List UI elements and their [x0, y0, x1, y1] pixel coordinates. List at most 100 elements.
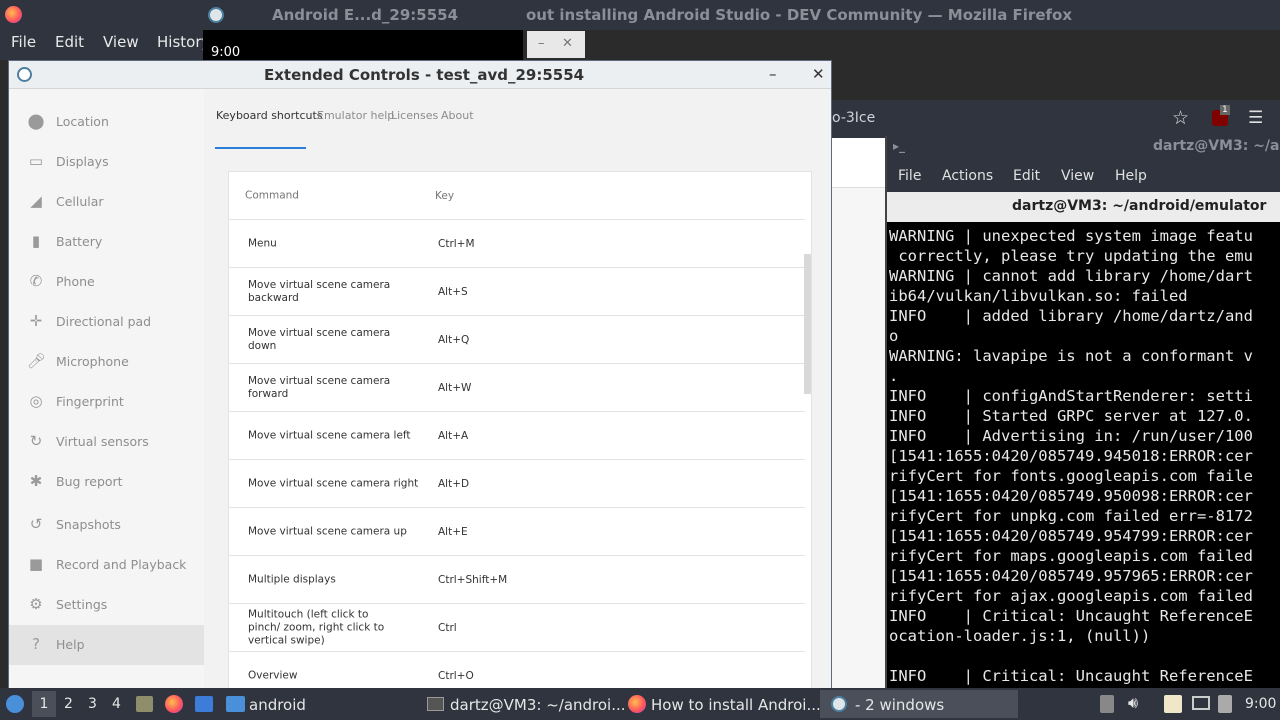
clock[interactable]: 9:00 [1245, 696, 1276, 712]
table-row[interactable]: Multiple displays Ctrl+Shift+M [229, 556, 805, 604]
sidebar: ⬤ Location ▭ Displays ◢ Cellular ▮ Battery ✆… [9, 89, 204, 691]
tab-keyboard-shortcuts[interactable]: Keyboard shortcuts [216, 109, 323, 122]
taskbar: 1 2 3 4 android dartz@VM3: ~/androi... H… [0, 688, 1280, 720]
shortcut-key: Alt+D [438, 477, 470, 490]
sidebar-item-battery[interactable]: ▮ Battery [9, 222, 204, 262]
monitor-icon: ▭ [28, 152, 44, 170]
hamburger-menu-icon[interactable]: ☰ [1248, 108, 1263, 128]
terminal-tab[interactable]: dartz@VM3: ~/android/emulator [887, 192, 1280, 222]
window-title: Extended Controls - test_avd_29:5554 [264, 66, 585, 84]
terminal-menu-view[interactable]: View [1061, 168, 1094, 184]
clipboard-tray-icon[interactable] [1100, 695, 1114, 713]
firefox-titlebar: Android E...d_29:5554 out installing And… [0, 0, 1280, 30]
start-menu-icon[interactable] [6, 695, 24, 713]
table-scrollbar[interactable] [804, 254, 811, 394]
shortcut-command: Move virtual scene camera forward [248, 374, 391, 400]
header-key: Key [435, 189, 455, 202]
terminal-line: WARNING | cannot add library /home/dart [889, 267, 1253, 285]
sidebar-item-phone[interactable]: ✆ Phone [9, 262, 204, 302]
table-row[interactable]: Overview Ctrl+O [229, 652, 805, 690]
window-title-right: out installing Android Studio - DEV Comm… [526, 6, 1073, 24]
menu-file[interactable]: File [11, 33, 36, 51]
show-desktop-icon[interactable] [136, 696, 153, 712]
window-title-left: Android E...d_29:5554 [272, 6, 459, 24]
table-row[interactable]: Multitouch (left click to pinch/ zoom, r… [229, 604, 805, 652]
task-emulator[interactable]: - 2 windows [855, 696, 944, 714]
menu-view[interactable]: View [103, 33, 139, 51]
close-icon[interactable]: ✕ [562, 36, 573, 51]
url-fragment[interactable]: o-3Ice [832, 110, 875, 126]
tab-about[interactable]: About [441, 109, 474, 122]
task-firefox[interactable]: How to install Androi... [651, 696, 821, 714]
dpad-icon: ✛ [29, 312, 43, 330]
sidebar-item-label: Help [56, 637, 85, 652]
file-manager-launcher-icon[interactable] [195, 696, 213, 712]
table-header: Command Key [229, 172, 805, 220]
minimize-button[interactable]: – [769, 65, 777, 83]
sidebar-item-record-and-playback[interactable]: ■ Record and Playback [9, 545, 204, 585]
sidebar-item-bug-report[interactable]: ✱ Bug report [9, 462, 204, 502]
sidebar-item-help[interactable]: ? Help [9, 625, 204, 665]
table-row[interactable]: Move virtual scene camera right Alt+D [229, 460, 805, 508]
table-row[interactable]: Move virtual scene camera left Alt+A [229, 412, 805, 460]
close-button[interactable]: ✕ [812, 65, 825, 83]
workspace-3[interactable]: 3 [88, 696, 97, 712]
table-row[interactable]: Menu Ctrl+M [229, 220, 805, 268]
shortcut-key: Ctrl+Shift+M [438, 573, 508, 586]
tab-emulator-help[interactable]: Emulator help [317, 109, 394, 122]
terminal-line: [1541:1655:0420/085749.957965:ERROR:cer [889, 567, 1253, 585]
terminal-title: dartz@VM3: ~/a [1153, 138, 1280, 154]
volume-icon[interactable]: 🔊︎ [1128, 693, 1138, 713]
microphone-icon: 🎤︎ [27, 352, 47, 370]
table-row[interactable]: Move virtual scene camera down Alt+Q [229, 316, 805, 364]
extension-badge: 1 [1220, 105, 1230, 115]
network-tray-icon[interactable] [1218, 695, 1232, 713]
bookmark-star-icon[interactable]: ☆ [1172, 107, 1189, 129]
terminal-task-icon [427, 697, 444, 711]
sidebar-item-settings[interactable]: ⚙ Settings [9, 585, 204, 625]
terminal-line: [1541:1655:0420/085749.950098:ERROR:cer [889, 487, 1253, 505]
firefox-launcher-icon[interactable] [165, 695, 183, 713]
table-row[interactable]: Move virtual scene camera up Alt+E [229, 508, 805, 556]
sidebar-item-label: Cellular [56, 194, 104, 209]
tab-licenses[interactable]: Licenses [391, 109, 438, 122]
table-row[interactable]: Move virtual scene camera backward Alt+S [229, 268, 805, 316]
sidebar-item-microphone[interactable]: 🎤︎ Microphone [9, 342, 204, 382]
snapshots-icon: ↺ [29, 515, 43, 533]
workspace-4[interactable]: 4 [112, 696, 121, 712]
header-command: Command [245, 189, 299, 201]
terminal-menu-help[interactable]: Help [1115, 168, 1147, 184]
firefox-task-icon [628, 695, 646, 713]
terminal-line: INFO | Advertising in: /run/user/100 [889, 427, 1253, 445]
sidebar-item-cellular[interactable]: ◢ Cellular [9, 182, 204, 222]
minimize-icon[interactable]: – [538, 36, 545, 51]
sidebar-item-fingerprint[interactable]: ◎ Fingerprint [9, 382, 204, 422]
workspace-2[interactable]: 2 [64, 696, 73, 712]
display-tray-icon[interactable] [1192, 696, 1210, 710]
sidebar-item-snapshots[interactable]: ↺ Snapshots [9, 505, 204, 545]
terminal-menu-file[interactable]: File [898, 168, 921, 184]
bug-icon: ✱ [29, 472, 43, 490]
task-terminal[interactable]: dartz@VM3: ~/androi... [450, 696, 626, 714]
menu-edit[interactable]: Edit [55, 33, 84, 51]
emulator-window-icon [208, 7, 224, 23]
sidebar-item-displays[interactable]: ▭ Displays [9, 142, 204, 182]
sidebar-item-location[interactable]: ⬤ Location [9, 102, 204, 142]
terminal-line: rifyCert for maps.googleapis.com failed [889, 547, 1253, 565]
sidebar-item-directional-pad[interactable]: ✛ Directional pad [9, 302, 204, 342]
terminal-output[interactable]: WARNING | unexpected system image featu … [887, 226, 1280, 688]
shortcut-key: Ctrl+M [438, 237, 475, 250]
shortcut-command: Move virtual scene camera right [248, 477, 419, 489]
terminal-menu-actions[interactable]: Actions [942, 168, 993, 184]
workspace-1[interactable]: 1 [32, 691, 56, 717]
table-row[interactable]: Move virtual scene camera forward Alt+W [229, 364, 805, 412]
terminal-menu-edit[interactable]: Edit [1013, 168, 1040, 184]
sidebar-item-label: Battery [56, 234, 103, 249]
task-android[interactable]: android [249, 696, 306, 714]
files-tray-icon[interactable] [1164, 695, 1182, 713]
terminal-tab-label: dartz@VM3: ~/android/emulator [1012, 198, 1267, 214]
app-icon [17, 67, 32, 82]
sidebar-item-virtual-sensors[interactable]: ↻ Virtual sensors [9, 422, 204, 462]
extended-controls-window: Extended Controls - test_avd_29:5554 – ✕… [8, 60, 832, 691]
